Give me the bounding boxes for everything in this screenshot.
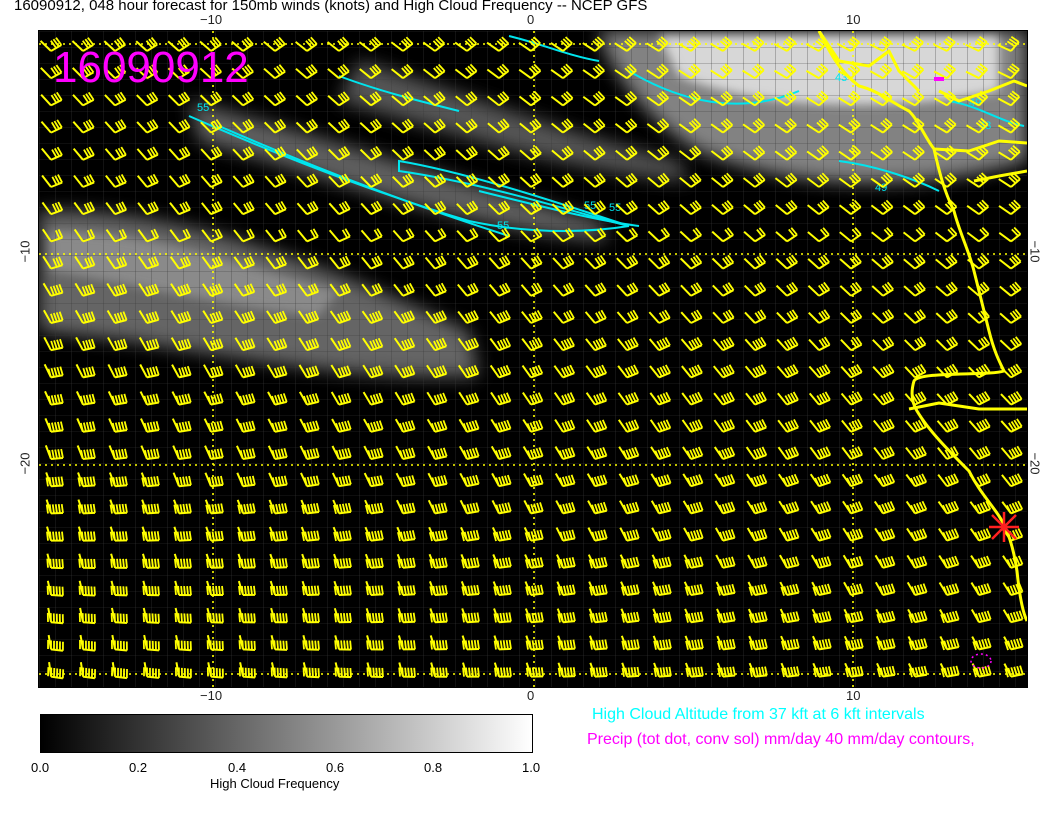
lat-label-right-1: −10: [1027, 240, 1043, 263]
colorbar-tick: 0.8: [424, 760, 443, 775]
colorbar: [40, 714, 533, 753]
location-marker: [989, 512, 1019, 542]
lon-label-top-1: −10: [200, 12, 223, 27]
contour-label: 55: [197, 102, 209, 114]
colorbar-tick: 0.0: [31, 760, 50, 775]
lon-label-bottom-2: 0: [527, 688, 535, 703]
lat-label-left-1: −10: [17, 240, 33, 263]
lat-label-right-2: −20: [1027, 452, 1043, 475]
map-title: 16090912, 048 hour forecast for 150mb wi…: [14, 0, 648, 14]
precip-note: Precip (tot dot, conv sol) mm/day 40 mm/…: [587, 731, 975, 748]
colorbar-tick: 0.2: [129, 760, 148, 775]
lon-label-bottom-3: 10: [846, 688, 861, 703]
map-panel: 55 55 55 55 49 43 49 43: [38, 30, 1028, 688]
lon-label-bottom-1: −10: [200, 688, 223, 703]
date-stamp: 16090912: [53, 43, 249, 92]
cloud-altitude-note: High Cloud Altitude from 37 kft at 6 kft…: [592, 706, 925, 723]
colorbar-tick: 0.4: [228, 760, 247, 775]
lat-label-left-2: −20: [17, 452, 33, 475]
colorbar-label: High Cloud Frequency: [210, 776, 340, 791]
lon-label-top-3: 10: [846, 12, 861, 27]
lon-label-top-2: 0: [527, 12, 535, 27]
map-canvas: 55 55 55 55 49 43 49 43: [39, 31, 1027, 687]
colorbar-tick: 1.0: [522, 760, 541, 775]
colorbar-tick: 0.6: [326, 760, 345, 775]
